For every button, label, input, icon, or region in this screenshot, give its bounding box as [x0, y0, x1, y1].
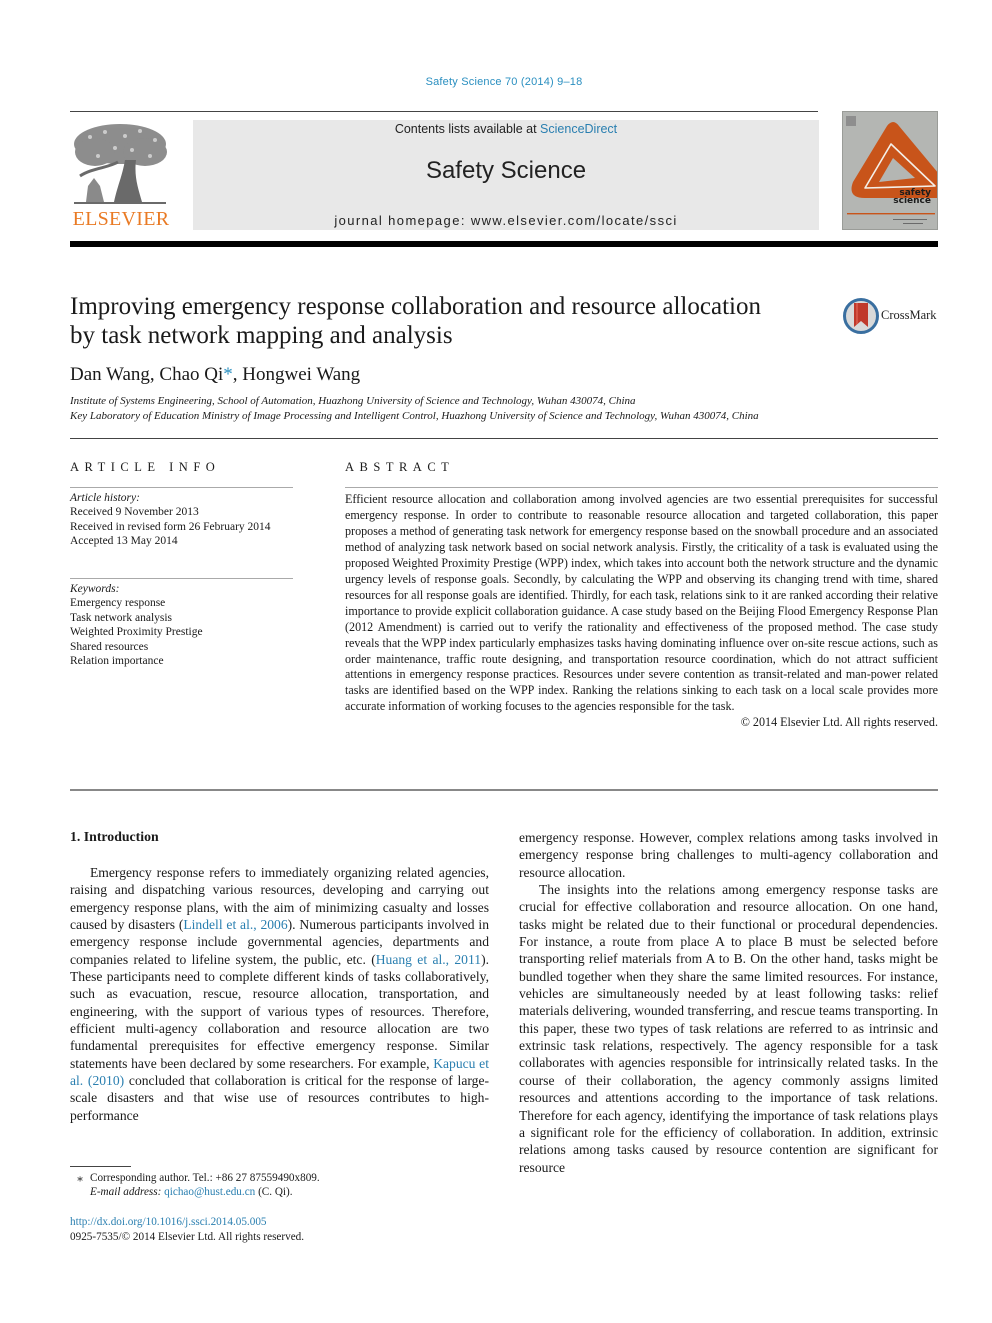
crossmark-badge[interactable]: CrossMark — [843, 298, 943, 334]
footnote-rule — [70, 1166, 131, 1167]
article-title-line2: by task network mapping and analysis — [70, 322, 453, 349]
body-column-left: Emergency response refers to immediately… — [70, 864, 489, 1124]
history-label: Article history: — [70, 492, 140, 504]
abstract-bottom-rule — [70, 789, 938, 791]
elsevier-logo[interactable]: ELSEVIER — [68, 118, 172, 232]
article-info-rule — [70, 487, 293, 488]
corresponding-author-footnote: ⁎ Corresponding author. Tel.: +86 27 8755… — [70, 1171, 320, 1184]
header-thick-rule — [70, 241, 938, 247]
homepage-prefix: journal homepage: — [334, 213, 471, 228]
sciencedirect-link[interactable]: ScienceDirect — [540, 122, 617, 136]
article-title: Improving emergency response collaborati… — [70, 292, 830, 350]
crossmark-icon — [843, 298, 879, 334]
history-item: Accepted 13 May 2014 — [70, 535, 178, 548]
elsevier-wordmark: ELSEVIER — [72, 208, 170, 230]
keyword: Emergency response — [70, 597, 166, 610]
homepage-url[interactable]: www.elsevier.com/locate/ssci — [471, 213, 678, 228]
keyword: Task network analysis — [70, 611, 173, 624]
abstract-body: Efficient resource allocation and collab… — [345, 492, 938, 714]
author-name[interactable]: Hongwei Wang — [242, 364, 360, 385]
text-run: concluded that collaboration is critical… — [70, 1073, 490, 1123]
section-heading-introduction: 1. Introduction — [70, 829, 159, 844]
email-suffix: (C. Qi). — [255, 1186, 293, 1198]
citation-link[interactable]: Huang et al., 2011 — [376, 952, 481, 967]
contents-line: Contents lists available at ScienceDirec… — [193, 122, 819, 136]
author-name[interactable]: Chao Qi — [159, 364, 223, 385]
journal-header-box: Contents lists available at ScienceDirec… — [193, 120, 819, 230]
article-history: Article history: Received 9 November 201… — [70, 491, 271, 549]
email-footnote: E-mail address: qichao@hust.edu.cn (C. Q… — [70, 1186, 293, 1198]
corresponding-author-marker[interactable]: * — [223, 364, 233, 385]
history-item: Received 9 November 2013 — [70, 506, 199, 519]
header-rule — [70, 111, 818, 112]
footnote-text: Corresponding author. Tel.: +86 27 87559… — [90, 1172, 320, 1184]
article-title-line1: Improving emergency response collaborati… — [70, 293, 761, 320]
footnote-star: ⁎ — [77, 1172, 83, 1184]
doi-link[interactable]: http://dx.doi.org/10.1016/j.ssci.2014.05… — [70, 1216, 267, 1228]
journal-reference[interactable]: Safety Science 70 (2014) 9–18 — [0, 76, 992, 88]
keyword: Shared resources — [70, 640, 149, 653]
keywords-label: Keywords: — [70, 583, 120, 595]
keywords: Keywords: Emergency response Task networ… — [70, 582, 203, 668]
journal-homepage: journal homepage: www.elsevier.com/locat… — [193, 213, 819, 228]
elsevier-tree-icon — [74, 124, 167, 204]
abstract-heading: ABSTRACT — [345, 460, 455, 474]
text-run: ). These participants need to complete d… — [70, 951, 489, 1071]
abstract: Efficient resource allocation and collab… — [345, 492, 938, 731]
author-separator: , — [149, 364, 160, 385]
title-divider — [70, 438, 938, 439]
abstract-copyright: © 2014 Elsevier Ltd. All rights reserved… — [740, 715, 938, 730]
cover-title: safety science — [893, 189, 931, 206]
paragraph: emergency response. However, complex rel… — [519, 830, 938, 880]
issn-copyright: 0925-7535/© 2014 Elsevier Ltd. All right… — [70, 1231, 305, 1243]
author-list: Dan Wang, Chao Qi*, Hongwei Wang — [70, 364, 360, 386]
history-item: Received in revised form 26 February 201… — [70, 520, 271, 533]
paragraph: The insights into the relations among em… — [519, 882, 938, 1175]
author-separator: , — [232, 364, 243, 385]
email-label: E-mail address: — [90, 1186, 162, 1198]
journal-title: Safety Science — [425, 157, 587, 184]
cover-triangle-graphic — [846, 116, 937, 224]
abstract-rule — [345, 487, 938, 488]
author-name[interactable]: Dan Wang — [70, 364, 150, 385]
crossmark-label: CrossMark — [881, 308, 937, 322]
keywords-rule — [70, 578, 293, 579]
body-column-right: emergency response. However, complex rel… — [519, 829, 938, 1176]
email-link[interactable]: qichao@hust.edu.cn — [164, 1186, 255, 1198]
article-info-heading: ARTICLE INFO — [70, 460, 221, 474]
cover-title-line2: science — [893, 196, 931, 206]
keyword: Relation importance — [70, 655, 164, 668]
keyword: Weighted Proximity Prestige — [70, 626, 203, 639]
affiliation: Key Laboratory of Education Ministry of … — [70, 410, 759, 422]
affiliation: Institute of Systems Engineering, School… — [70, 395, 636, 407]
journal-cover-thumbnail[interactable]: safety science — [842, 111, 938, 230]
paragraph: Emergency response refers to immediately… — [70, 864, 489, 1124]
contents-prefix: Contents lists available at — [394, 122, 541, 136]
citation-link[interactable]: Lindell et al., 2006 — [183, 917, 287, 932]
